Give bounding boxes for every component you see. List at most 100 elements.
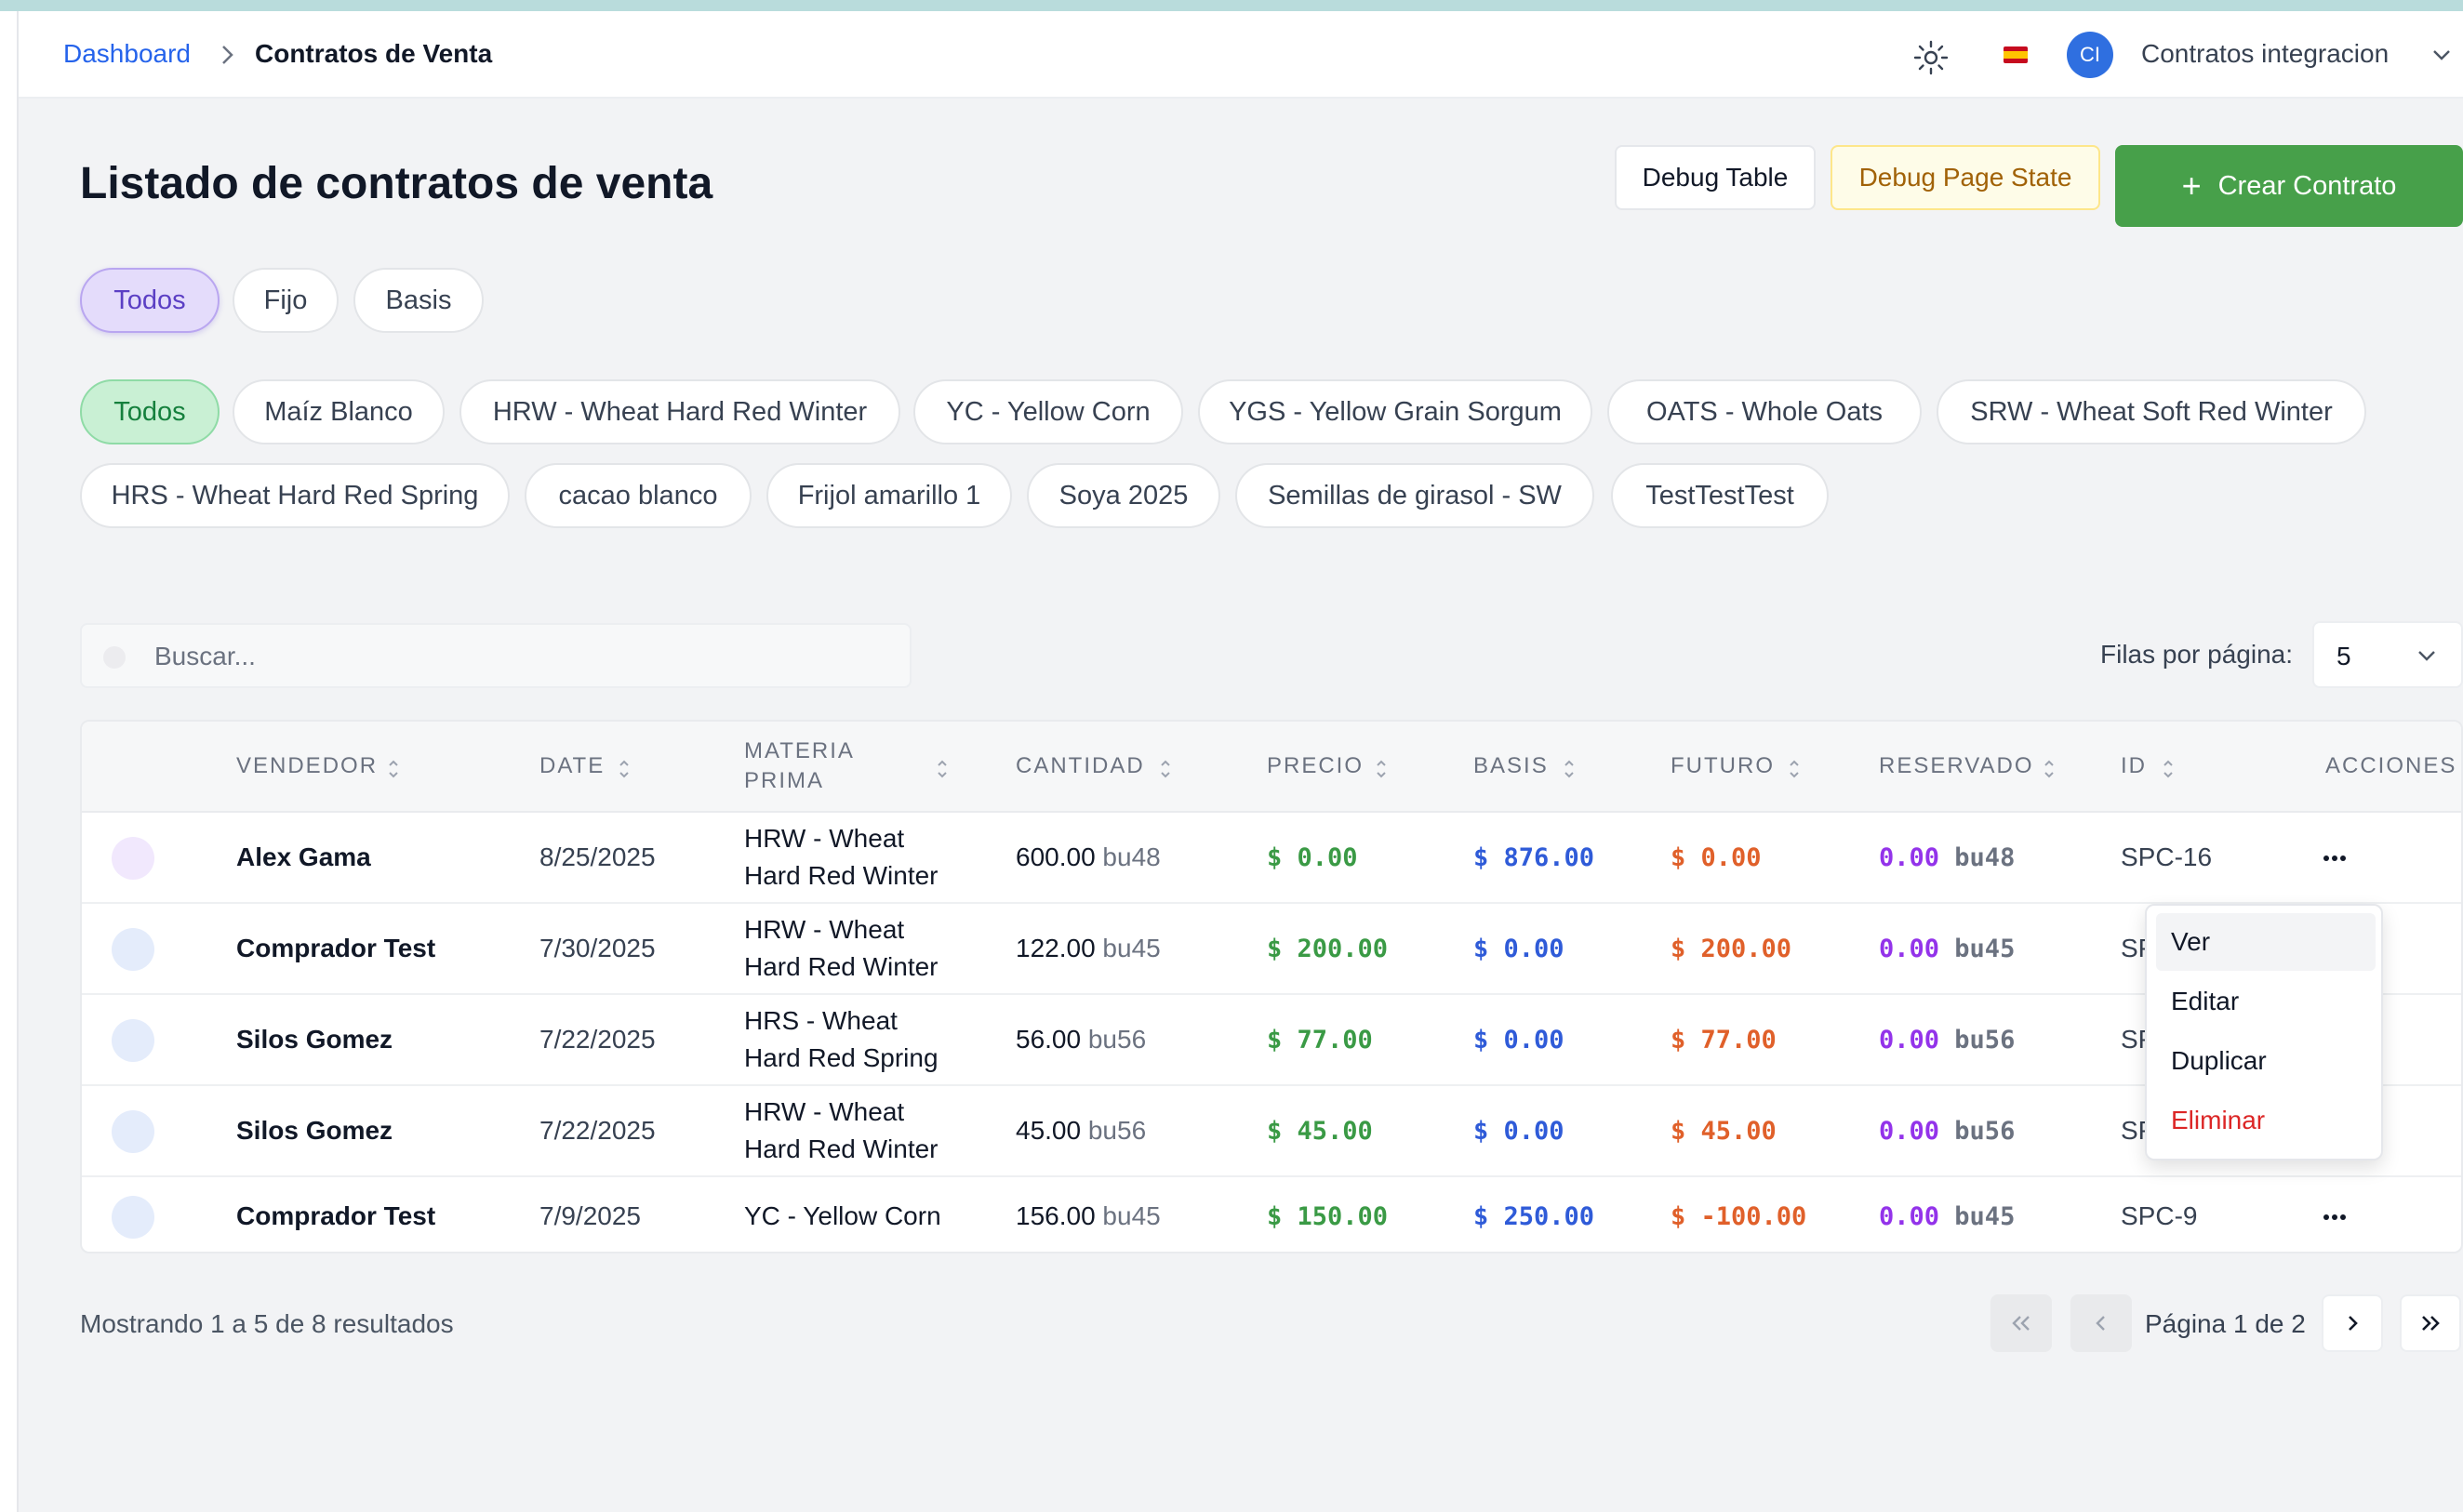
- previous-page-button[interactable]: [2070, 1294, 2132, 1352]
- product-filter[interactable]: Frijol amarillo 1: [766, 463, 1012, 528]
- sun-icon[interactable]: [1912, 39, 1950, 76]
- quantity: 156.00 bu45: [1016, 1201, 1161, 1231]
- table-row[interactable]: Silos Gomez 7/22/2025 HRW - Wheat Hard R…: [82, 1086, 2461, 1177]
- spain-flag-icon[interactable]: [2004, 46, 2028, 63]
- table-row[interactable]: Comprador Test 7/9/2025 YC - Yellow Corn…: [82, 1177, 2461, 1252]
- chevron-down-icon: [2418, 651, 2435, 661]
- chevron-down-icon[interactable]: [2431, 48, 2452, 61]
- contract-date: 7/22/2025: [539, 1116, 656, 1145]
- reserved-value: 0.00: [1879, 1026, 1940, 1054]
- product-filter[interactable]: Maíz Blanco: [233, 379, 445, 444]
- top-header: Dashboard Contratos de Venta CI Contrato…: [19, 11, 2463, 99]
- first-page-button[interactable]: [1990, 1294, 2052, 1352]
- quantity-value: 156.00: [1016, 1201, 1096, 1230]
- vendor-name[interactable]: Comprador Test: [236, 934, 435, 963]
- product-filter[interactable]: YGS - Yellow Grain Sorgum: [1198, 379, 1592, 444]
- column-header-prima[interactable]: PRIMA: [744, 768, 824, 794]
- quantity-unit: bu56: [1087, 1116, 1147, 1145]
- material-name: HRW - Wheat Hard Red Winter: [744, 915, 939, 981]
- table-row[interactable]: Comprador Test 7/30/2025 HRW - Wheat Har…: [82, 904, 2461, 995]
- futures: $ 45.00: [1671, 1117, 1777, 1146]
- material-name: HRS - Wheat Hard Red Spring: [744, 1006, 939, 1072]
- contract-date: 7/9/2025: [539, 1201, 641, 1230]
- type-filter-basis[interactable]: Basis: [353, 268, 484, 333]
- debug-page-state-button[interactable]: Debug Page State: [1831, 145, 2100, 210]
- type-filter-todos[interactable]: Todos: [80, 268, 220, 333]
- product-filter[interactable]: Semillas de girasol - SW: [1235, 463, 1594, 528]
- sort-icon[interactable]: [936, 757, 949, 781]
- quantity: 122.00 bu45: [1016, 934, 1161, 963]
- vendor-name[interactable]: Silos Gomez: [236, 1116, 393, 1146]
- column-header-id[interactable]: ID: [2121, 753, 2147, 779]
- menu-item-ver[interactable]: Ver: [2156, 913, 2376, 971]
- column-header-materia[interactable]: MATERIA: [744, 738, 855, 764]
- sort-icon[interactable]: [387, 757, 400, 781]
- menu-item-editar[interactable]: Editar: [2156, 973, 2376, 1030]
- row-avatar: [112, 928, 154, 971]
- type-filter-fijo[interactable]: Fijo: [233, 268, 339, 333]
- chevrons-right-icon: [2422, 1316, 2440, 1331]
- column-header-precio[interactable]: PRECIO: [1267, 753, 1364, 779]
- search-input[interactable]: [154, 638, 880, 675]
- user-name[interactable]: Contratos integracion: [2141, 39, 2389, 69]
- quantity-value: 600.00: [1016, 842, 1096, 871]
- last-page-button[interactable]: [2400, 1294, 2461, 1352]
- product-filter[interactable]: Soya 2025: [1027, 463, 1220, 528]
- basis: $ 0.00: [1473, 1026, 1564, 1054]
- vendor-name[interactable]: Alex Gama: [236, 842, 371, 872]
- column-header-basis[interactable]: BASIS: [1473, 753, 1549, 779]
- product-filter[interactable]: TestTestTest: [1611, 463, 1829, 528]
- sort-icon[interactable]: [618, 757, 631, 781]
- sort-icon[interactable]: [2162, 757, 2175, 781]
- chevron-right-icon: [222, 46, 233, 64]
- more-actions-icon[interactable]: [2316, 844, 2353, 872]
- sort-icon[interactable]: [1375, 757, 1388, 781]
- product-filter[interactable]: OATS - Whole Oats: [1607, 379, 1922, 444]
- results-summary: Mostrando 1 a 5 de 8 resultados: [80, 1309, 454, 1338]
- reserved: 0.00 bu45: [1879, 1202, 2015, 1231]
- rows-per-page-select[interactable]: 5: [2312, 621, 2463, 688]
- sort-icon[interactable]: [1159, 757, 1172, 781]
- user-avatar[interactable]: CI: [2067, 32, 2113, 78]
- sort-icon[interactable]: [2043, 757, 2056, 781]
- material-name: HRW - Wheat Hard Red Winter: [744, 824, 939, 890]
- quantity-value: 122.00: [1016, 934, 1096, 962]
- quantity-unit: bu45: [1102, 1201, 1161, 1230]
- product-filter[interactable]: HRW - Wheat Hard Red Winter: [459, 379, 900, 444]
- column-header-cantidad[interactable]: CANTIDAD: [1016, 753, 1145, 779]
- product-filter[interactable]: YC - Yellow Corn: [913, 379, 1183, 444]
- sort-icon[interactable]: [1788, 757, 1801, 781]
- column-header-reservado[interactable]: RESERVADO: [1879, 753, 2034, 779]
- vendor-name[interactable]: Silos Gomez: [236, 1025, 393, 1054]
- column-header-vendedor[interactable]: VENDEDOR: [236, 753, 378, 779]
- column-header-date[interactable]: DATE: [539, 753, 605, 779]
- column-header-acciones: ACCIONES: [2325, 753, 2457, 778]
- search-icon: [103, 646, 126, 669]
- product-filter[interactable]: SRW - Wheat Soft Red Winter: [1937, 379, 2366, 444]
- material-name: YC - Yellow Corn: [744, 1201, 941, 1230]
- table-row[interactable]: Silos Gomez 7/22/2025 HRS - Wheat Hard R…: [82, 995, 2461, 1086]
- reserved-value: 0.00: [1879, 935, 1940, 963]
- sort-icon[interactable]: [1563, 757, 1576, 781]
- next-page-button[interactable]: [2322, 1294, 2383, 1352]
- menu-item-duplicar[interactable]: Duplicar: [2156, 1032, 2376, 1090]
- price: $ 77.00: [1267, 1026, 1373, 1054]
- futures: $ 0.00: [1671, 843, 1762, 872]
- breadcrumb-current: Contratos de Venta: [255, 39, 493, 68]
- quantity-unit: bu56: [1087, 1025, 1147, 1054]
- reserved-value: 0.00: [1879, 1117, 1940, 1146]
- product-filter-todos[interactable]: Todos: [80, 379, 220, 444]
- more-actions-icon[interactable]: [2316, 1203, 2353, 1231]
- table-row[interactable]: Alex Gama 8/25/2025 HRW - Wheat Hard Red…: [82, 813, 2461, 904]
- breadcrumb-dashboard-link[interactable]: Dashboard: [63, 39, 191, 69]
- contract-date: 7/22/2025: [539, 1025, 656, 1054]
- price: $ 150.00: [1267, 1202, 1389, 1231]
- column-header-futuro[interactable]: FUTURO: [1671, 753, 1775, 779]
- vendor-name[interactable]: Comprador Test: [236, 1201, 435, 1231]
- debug-table-button[interactable]: Debug Table: [1615, 145, 1816, 210]
- page-indicator: Página 1 de 2: [2145, 1309, 2306, 1338]
- create-contract-button[interactable]: + Crear Contrato: [2115, 145, 2463, 227]
- product-filter[interactable]: cacao blanco: [525, 463, 752, 528]
- product-filter[interactable]: HRS - Wheat Hard Red Spring: [80, 463, 510, 528]
- menu-item-eliminar[interactable]: Eliminar: [2156, 1092, 2376, 1149]
